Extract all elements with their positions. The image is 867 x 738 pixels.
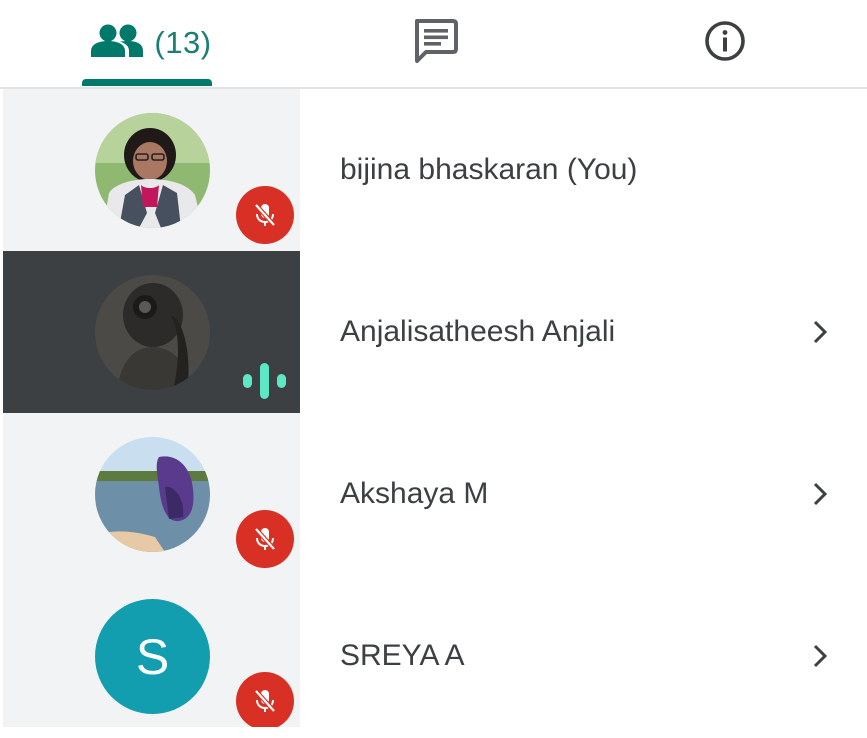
avatar-cell: S — [3, 575, 300, 737]
chat-icon — [411, 17, 459, 70]
participant-name: SREYA A — [340, 639, 465, 672]
chevron-right-icon[interactable] — [805, 317, 835, 347]
tab-info[interactable] — [660, 0, 790, 86]
avatar-cell — [3, 413, 300, 575]
people-icon — [88, 24, 146, 63]
mic-off-icon — [236, 672, 294, 730]
participant-row[interactable]: S SREYA A — [0, 575, 867, 737]
mic-off-icon — [236, 510, 294, 568]
tab-chat[interactable] — [370, 0, 500, 86]
chevron-right-icon[interactable] — [805, 479, 835, 509]
avatar-cell — [3, 251, 300, 413]
participant-name: bijina bhaskaran (You) — [340, 153, 638, 186]
active-tab-indicator — [82, 79, 212, 86]
participant-row[interactable]: bijina bhaskaran (You) — [0, 89, 867, 251]
participant-row[interactable]: Akshaya M — [0, 413, 867, 575]
participant-row[interactable]: Anjalisatheesh Anjali — [0, 251, 867, 413]
info-icon — [703, 19, 747, 68]
chevron-right-icon[interactable] — [805, 641, 835, 671]
mic-off-icon — [236, 186, 294, 244]
tab-people[interactable]: (13) — [60, 0, 240, 86]
list-bottom-edge — [0, 727, 867, 738]
avatar — [95, 113, 210, 228]
participant-name: Anjalisatheesh Anjali — [340, 315, 616, 348]
participant-count: (13) — [154, 25, 212, 60]
avatar — [95, 275, 210, 390]
avatar — [95, 437, 210, 552]
speaking-indicator-icon — [241, 361, 291, 401]
tab-bar: (13) — [0, 0, 867, 89]
participant-name: Akshaya M — [340, 477, 489, 510]
avatar-cell — [3, 89, 300, 251]
avatar: S — [95, 599, 210, 714]
